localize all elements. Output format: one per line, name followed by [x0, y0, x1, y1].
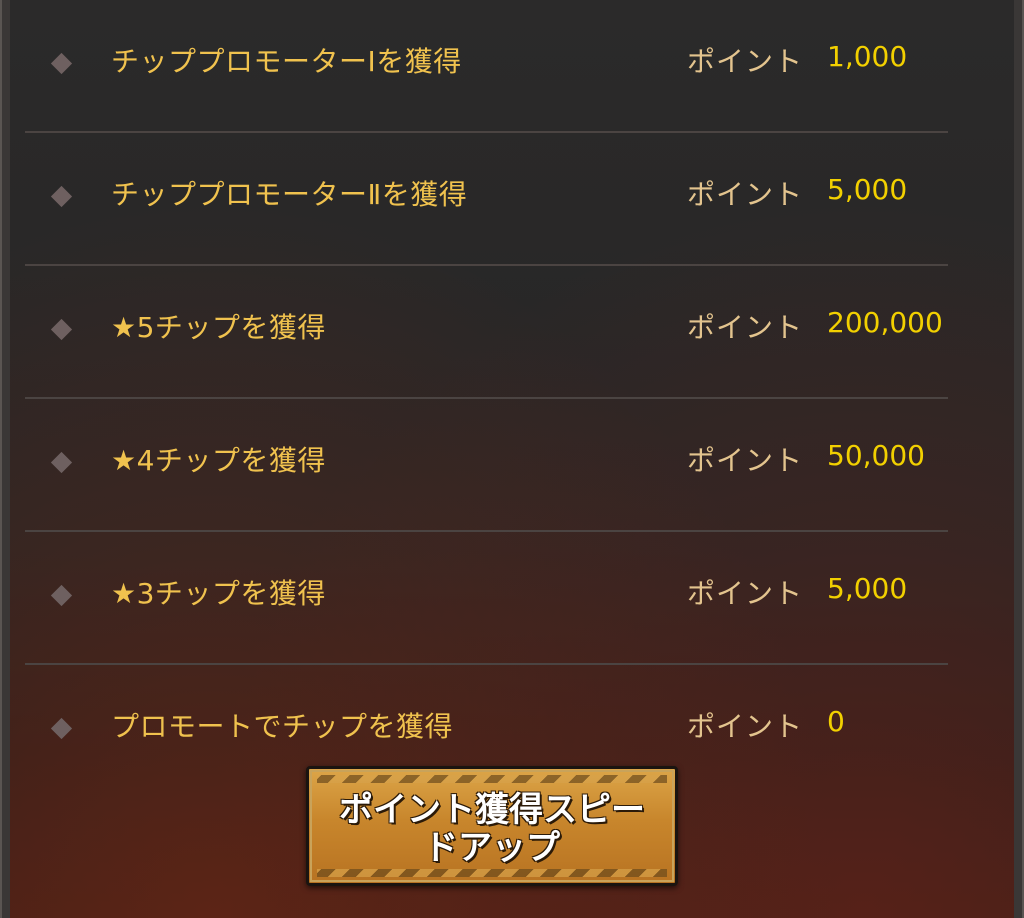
points-value: 1,000 [827, 40, 908, 73]
reward-label: ★5チップを獲得 [111, 311, 326, 344]
reward-label: ★3チップを獲得 [111, 577, 326, 610]
diamond-bullet-icon [50, 451, 73, 474]
points-label: ポイント [687, 45, 804, 78]
reward-label: プロモートでチップを獲得 [111, 710, 454, 743]
reward-row: ★3チップを獲得 ポイント 5,000 [25, 532, 948, 665]
diamond-bullet-icon [50, 52, 73, 75]
point-speed-up-button[interactable]: ポイント獲得スピー ドアップ [306, 766, 678, 886]
hazard-stripes-top [317, 775, 667, 783]
hazard-stripes-bottom [317, 869, 667, 877]
point-speed-up-button-label: ポイント獲得スピー ドアップ [339, 790, 645, 868]
points-value: 5,000 [827, 572, 908, 605]
reward-label: チッププロモーターⅡを獲得 [111, 178, 468, 211]
reward-row: ★4チップを獲得 ポイント 50,000 [25, 399, 948, 532]
points-label: ポイント [687, 710, 804, 743]
points-label: ポイント [687, 577, 804, 610]
points-label: ポイント [687, 444, 804, 477]
points-label: ポイント [687, 311, 804, 344]
reward-row: ★5チップを獲得 ポイント 200,000 [25, 266, 948, 399]
reward-row: チッププロモーターⅡを獲得 ポイント 5,000 [25, 133, 948, 266]
reward-panel: チッププロモーターⅠを獲得 ポイント 1,000 チッププロモーターⅡを獲得 ポ… [0, 0, 1024, 918]
points-label: ポイント [687, 178, 804, 211]
points-value: 5,000 [827, 173, 908, 206]
diamond-bullet-icon [50, 185, 73, 208]
reward-row: チッププロモーターⅠを獲得 ポイント 1,000 [25, 0, 948, 133]
reward-label: チッププロモーターⅠを獲得 [111, 45, 462, 78]
diamond-bullet-icon [50, 584, 73, 607]
diamond-bullet-icon [50, 717, 73, 740]
diamond-bullet-icon [50, 318, 73, 341]
points-value: 0 [827, 705, 845, 738]
points-value: 50,000 [827, 439, 925, 472]
reward-label: ★4チップを獲得 [111, 444, 326, 477]
points-value: 200,000 [827, 306, 943, 339]
